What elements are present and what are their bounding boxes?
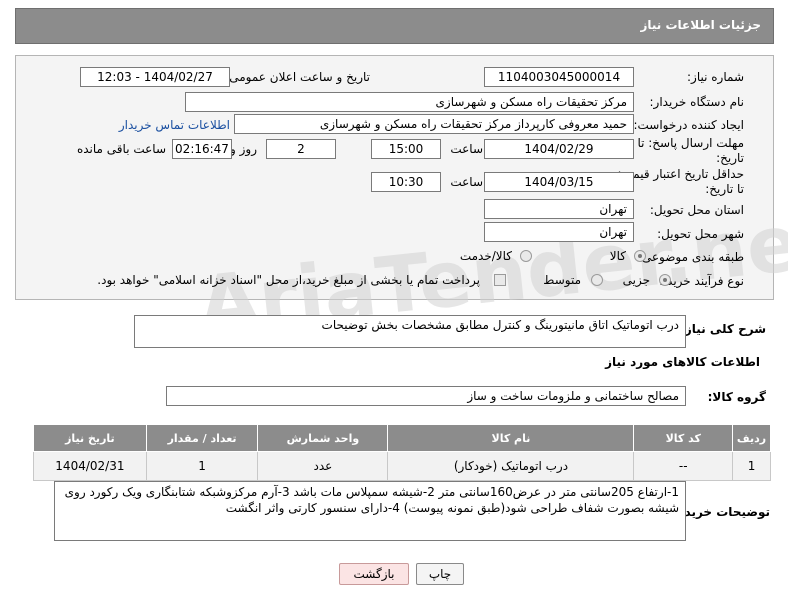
buyer-notes-textarea[interactable]: 1-ارتفاع 205سانتی متر در عرض160سانتی متر… xyxy=(54,481,686,541)
city-label: شهر محل تحویل: xyxy=(657,227,744,241)
deadline-label: مهلت ارسال پاسخ: تا تاریخ: xyxy=(637,136,744,165)
cell-unit: عدد xyxy=(257,451,389,481)
buyer-org-field: مرکز تحقیقات راه مسکن و شهرسازی xyxy=(185,92,634,112)
remaining-time-field: 02:16:47 xyxy=(172,139,232,159)
city-field: تهران xyxy=(484,222,634,242)
print-button[interactable]: چاپ xyxy=(416,563,464,585)
days-label: روز و xyxy=(230,142,257,156)
province-label: استان محل تحویل: xyxy=(649,203,744,217)
need-number-field: 1104003045000014 xyxy=(484,67,634,87)
cell-qty: 1 xyxy=(145,451,259,481)
price-time-field: 10:30 xyxy=(371,172,441,192)
col-date: تاریخ نیاز xyxy=(33,424,147,452)
process-medium-radio[interactable] xyxy=(591,274,603,286)
page-title: جزئیات اطلاعات نیاز xyxy=(640,18,761,32)
goods-group-field: مصالح ساختمانی و ملزومات ساخت و ساز xyxy=(166,386,686,406)
goods-section-title: اطلاعات کالاهای مورد نیاز xyxy=(605,355,760,369)
process-partial-label: جزیی xyxy=(622,273,650,287)
page-header: جزئیات اطلاعات نیاز xyxy=(15,8,774,44)
announce-label: تاریخ و ساعت اعلان عمومی: xyxy=(225,70,370,84)
cell-name: درب اتوماتیک (خودکار) xyxy=(387,451,635,481)
cell-date: 1404/02/31 xyxy=(33,451,147,481)
col-qty: تعداد / مقدار xyxy=(145,424,259,452)
col-row: ردیف xyxy=(732,424,771,452)
creator-label: ایجاد کننده درخواست: xyxy=(633,118,744,132)
category-label: طبقه بندی موضوعی: xyxy=(637,250,744,264)
deadline-date-field: 1404/02/29 xyxy=(484,139,634,159)
col-unit: واحد شمارش xyxy=(257,424,389,452)
days-field: 2 xyxy=(266,139,336,159)
remaining-label: ساعت باقی مانده xyxy=(76,142,166,156)
category-goods-service-label: کالا/خدمت xyxy=(459,249,512,263)
deadline-time-field: 15:00 xyxy=(371,139,441,159)
process-medium-label: متوسط xyxy=(543,273,581,287)
goods-table: ردیف کد کالا نام کالا واحد شمارش تعداد /… xyxy=(33,424,771,481)
category-goods-service-radio[interactable] xyxy=(520,250,532,262)
process-partial-radio[interactable] xyxy=(659,274,671,286)
treasury-payment-checkbox[interactable] xyxy=(494,274,506,286)
col-name: نام کالا xyxy=(387,424,635,452)
process-label: نوع فرآیند خرید : xyxy=(659,274,744,288)
description-textarea[interactable]: درب اتوماتیک اتاق مانیتورینگ و کنترل مطا… xyxy=(134,315,686,348)
creator-field: حمید معروفی کارپرداز مرکز تحقیقات راه مس… xyxy=(234,114,634,134)
cell-code: -- xyxy=(633,451,734,481)
buyer-contact-link[interactable]: اطلاعات تماس خریدار xyxy=(119,118,230,132)
buyer-org-label: نام دستگاه خریدار: xyxy=(649,95,745,109)
price-date-field: 1404/03/15 xyxy=(484,172,634,192)
category-goods-radio[interactable] xyxy=(634,250,646,262)
col-code: کد کالا xyxy=(633,424,734,452)
back-button[interactable]: بازگشت xyxy=(339,563,409,585)
cell-row: 1 xyxy=(732,451,771,481)
category-goods-label: کالا xyxy=(609,249,626,263)
deadline-time-label: ساعت xyxy=(450,142,483,156)
description-label: شرح کلی نیاز: xyxy=(680,322,766,336)
table-row: 1 -- درب اتوماتیک (خودکار) عدد 1 1404/02… xyxy=(33,451,771,481)
treasury-payment-note: پرداخت تمام یا بخشی از مبلغ خرید،از محل … xyxy=(97,273,480,287)
goods-table-header: ردیف کد کالا نام کالا واحد شمارش تعداد /… xyxy=(33,424,771,452)
price-time-label: ساعت xyxy=(450,175,483,189)
province-field: تهران xyxy=(484,199,634,219)
announce-datetime-field: 1404/02/27 - 12:03 xyxy=(80,67,230,87)
goods-group-label: گروه کالا: xyxy=(707,390,766,404)
need-number-label: شماره نیاز: xyxy=(687,70,744,84)
